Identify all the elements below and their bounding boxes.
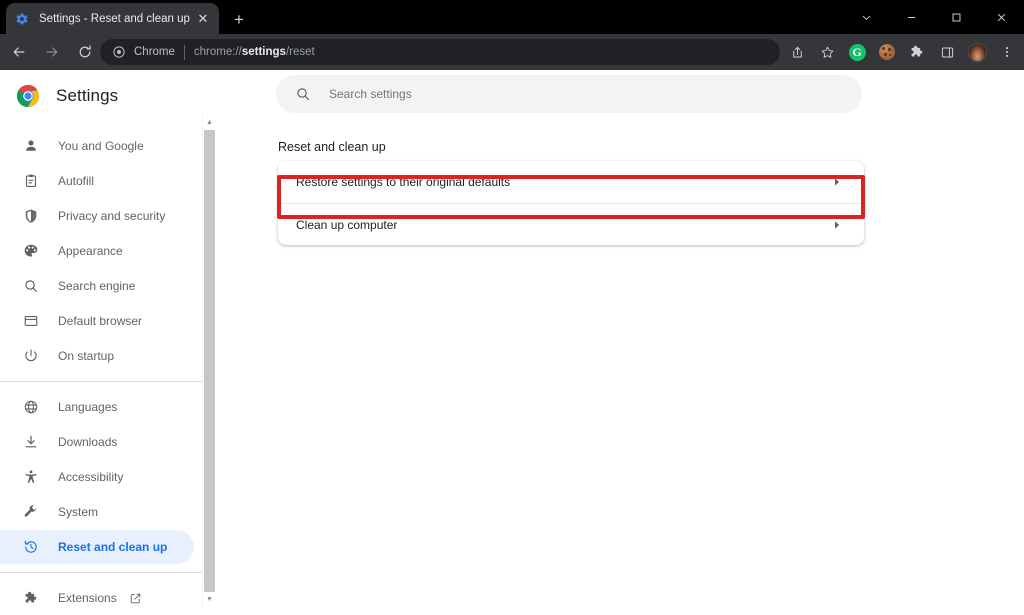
row-label: Restore settings to their original defau… xyxy=(296,175,830,189)
globe-icon xyxy=(22,398,40,416)
browser-window-icon xyxy=(22,312,40,330)
cookie-extension-icon[interactable] xyxy=(873,38,901,66)
sidebar-item-system[interactable]: System xyxy=(0,495,194,529)
profile-avatar[interactable] xyxy=(963,38,991,66)
omnibox-chip-label: Chrome xyxy=(134,46,175,58)
sidebar-item-label: Privacy and security xyxy=(58,209,165,223)
sidebar-item-appearance[interactable]: Appearance xyxy=(0,234,194,268)
address-bar[interactable]: Chrome chrome://settings/reset xyxy=(100,39,780,65)
search-icon xyxy=(294,86,311,103)
browser-tab[interactable]: Settings - Reset and clean up ✕ xyxy=(6,3,219,34)
sidebar-item-label: Search engine xyxy=(58,279,135,293)
settings-brand: Settings xyxy=(0,70,202,122)
settings-nav: You and Google Autofill Privacy and secu… xyxy=(0,122,202,615)
chevron-right-icon xyxy=(830,218,844,232)
sidebar-item-privacy-and-security[interactable]: Privacy and security xyxy=(0,199,194,233)
sidebar-item-reset-and-clean-up[interactable]: Reset and clean up xyxy=(0,530,194,564)
scroll-up-arrow-icon[interactable]: ▲ xyxy=(203,116,216,129)
power-icon xyxy=(22,347,40,365)
sidebar-item-label: Extensions xyxy=(58,591,117,605)
scrollbar-thumb[interactable] xyxy=(204,130,215,592)
sidebar-item-downloads[interactable]: Downloads xyxy=(0,425,194,459)
new-tab-button[interactable]: + xyxy=(228,8,250,30)
url-bold-segment: settings xyxy=(242,46,286,58)
row-restore-settings[interactable]: Restore settings to their original defau… xyxy=(278,161,864,203)
cookie-glyph xyxy=(879,44,895,60)
puzzle-icon xyxy=(22,589,40,607)
shield-icon xyxy=(22,207,40,225)
external-link-icon[interactable] xyxy=(129,592,142,605)
settings-main: Reset and clean up Restore settings to t… xyxy=(217,70,1024,606)
sidebar-item-accessibility[interactable]: Accessibility xyxy=(0,460,194,494)
tab-title: Settings - Reset and clean up xyxy=(39,13,195,25)
omnibox-separator xyxy=(184,45,185,60)
chevron-right-icon xyxy=(830,175,844,189)
sidebar-item-label: Reset and clean up xyxy=(58,540,167,554)
search-icon xyxy=(22,277,40,295)
title-bar: Settings - Reset and clean up ✕ + xyxy=(0,0,1024,34)
bookmark-star-icon[interactable] xyxy=(813,38,841,66)
row-clean-up-computer[interactable]: Clean up computer xyxy=(278,203,864,245)
chrome-logo-icon xyxy=(16,84,40,108)
sidebar-item-label: Downloads xyxy=(58,435,117,449)
reset-options-card: Restore settings to their original defau… xyxy=(278,161,864,245)
section-title: Reset and clean up xyxy=(278,140,386,154)
row-label: Clean up computer xyxy=(296,218,830,232)
sidebar-item-extensions[interactable]: Extensions xyxy=(0,581,194,615)
sidebar-item-label: Appearance xyxy=(58,244,123,258)
share-icon[interactable] xyxy=(783,38,811,66)
side-panel-icon[interactable] xyxy=(933,38,961,66)
sidebar-item-languages[interactable]: Languages xyxy=(0,390,194,424)
settings-gear-icon xyxy=(14,11,30,27)
history-restore-icon xyxy=(22,538,40,556)
person-icon xyxy=(22,137,40,155)
settings-sidebar: Settings You and Google Autofill xyxy=(0,70,202,606)
sidebar-item-label: Accessibility xyxy=(58,470,123,484)
sidebar-item-autofill[interactable]: Autofill xyxy=(0,164,194,198)
sidebar-item-search-engine[interactable]: Search engine xyxy=(0,269,194,303)
download-icon xyxy=(22,433,40,451)
settings-page: Settings You and Google Autofill xyxy=(0,70,1024,606)
sidebar-item-label: On startup xyxy=(58,349,114,363)
avatar-image xyxy=(968,43,987,62)
maximize-icon[interactable] xyxy=(934,0,979,34)
omnibox-url: chrome://settings/reset xyxy=(194,46,315,58)
sidebar-item-default-browser[interactable]: Default browser xyxy=(0,304,194,338)
chrome-page-icon xyxy=(111,45,126,60)
tab-search-chevron-icon[interactable] xyxy=(843,0,889,34)
search-input[interactable] xyxy=(329,87,844,101)
chrome-menu-icon[interactable] xyxy=(993,38,1021,66)
url-suffix: /reset xyxy=(286,46,315,58)
reload-icon[interactable] xyxy=(71,38,99,66)
sidebar-divider xyxy=(0,572,202,573)
forward-arrow-icon[interactable] xyxy=(38,38,66,66)
sidebar-item-label: Default browser xyxy=(58,314,142,328)
sidebar-scrollbar[interactable]: ▲ ▼ xyxy=(202,116,216,606)
sidebar-item-label: You and Google xyxy=(58,139,144,153)
sidebar-item-you-and-google[interactable]: You and Google xyxy=(0,129,194,163)
toolbar-actions: G xyxy=(782,38,1022,66)
back-arrow-icon[interactable] xyxy=(5,38,33,66)
url-prefix: chrome:// xyxy=(194,46,242,58)
page-title: Settings xyxy=(56,86,118,106)
grammarly-g-glyph: G xyxy=(849,44,866,61)
accessibility-icon xyxy=(22,468,40,486)
sidebar-item-on-startup[interactable]: On startup xyxy=(0,339,194,373)
minimize-icon[interactable] xyxy=(889,0,934,34)
browser-toolbar: Chrome chrome://settings/reset G xyxy=(0,34,1024,70)
palette-icon xyxy=(22,242,40,260)
clipboard-icon xyxy=(22,172,40,190)
extensions-puzzle-icon[interactable] xyxy=(903,38,931,66)
window-controls xyxy=(843,0,1024,34)
sidebar-divider xyxy=(0,381,202,382)
sidebar-item-label: System xyxy=(58,505,98,519)
sidebar-item-label: Autofill xyxy=(58,174,94,188)
close-window-icon[interactable] xyxy=(979,0,1024,34)
sidebar-item-label: Languages xyxy=(58,400,117,414)
close-tab-icon[interactable]: ✕ xyxy=(195,11,211,27)
grammarly-extension-icon[interactable]: G xyxy=(843,38,871,66)
wrench-icon xyxy=(22,503,40,521)
search-settings-bar[interactable] xyxy=(276,75,862,113)
scroll-down-arrow-icon[interactable]: ▼ xyxy=(203,593,216,606)
